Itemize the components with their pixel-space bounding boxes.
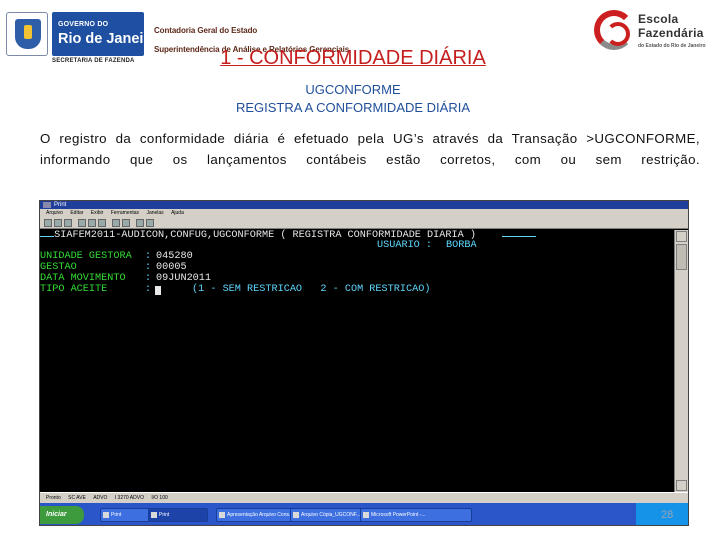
transaction-description: REGISTRA A CONFORMIDADE DIÁRIA	[235, 100, 471, 115]
tipo-aceite-options: (1 - SEM RESTRICAO 2 - COM RESTRICAO)	[192, 284, 431, 295]
terminal-screenshot: Print Arquivo Editar Exibir Ferramentas …	[39, 200, 689, 526]
field-label-tipo-aceite: TIPO ACEITE	[40, 284, 108, 295]
menu-arquivo[interactable]: Arquivo	[46, 209, 63, 217]
transaction-name: UGCONFORME	[305, 82, 401, 97]
explanation-paragraph: O registro da conformidade diária é efet…	[40, 131, 700, 167]
field-value-gestao[interactable]: 00005	[156, 262, 187, 274]
government-label: GOVERNO DO	[58, 21, 109, 28]
copy-icon[interactable]	[88, 219, 96, 227]
menu-exibir[interactable]: Exibir	[91, 209, 104, 217]
field-label-gestao: GESTAO	[40, 262, 77, 273]
windows-taskbar: Iniciar Print Print Apresentação Arquivo…	[40, 503, 688, 525]
menu-ajuda[interactable]: Ajuda	[171, 209, 184, 217]
header-rule-right	[502, 236, 536, 237]
swirl-logo-icon	[594, 10, 634, 50]
scroll-up-icon[interactable]	[676, 231, 687, 242]
disconnect-icon[interactable]	[122, 219, 130, 227]
menu-ferramentas[interactable]: Ferramentas	[111, 209, 139, 217]
field-sep: :	[145, 273, 152, 284]
escola-logo-line3: do Estado do Rio de Janeiro	[638, 43, 706, 49]
menu-janelas[interactable]: Janelas	[146, 209, 163, 217]
toolbar	[40, 217, 688, 229]
window-title: Print	[54, 202, 67, 208]
state-name: Rio de Janeiro	[58, 31, 158, 47]
field-sep: :	[145, 284, 152, 295]
field-sep: :	[145, 262, 152, 273]
open-icon[interactable]	[54, 219, 62, 227]
help-icon[interactable]	[146, 219, 154, 227]
scroll-thumb[interactable]	[676, 244, 687, 270]
window-title-bar: Print	[40, 201, 688, 215]
contadoria-heading: Contadoria Geral do Estado	[154, 26, 258, 35]
escola-fazendaria-logo: Escola Fazendária do Estado do Rio de Ja…	[592, 8, 710, 54]
start-button[interactable]: Iniciar	[40, 506, 84, 524]
scroll-down-icon[interactable]	[676, 480, 687, 491]
field-label-unidade-gestora: UNIDADE GESTORA	[40, 251, 132, 262]
menu-bar: Arquivo Editar Exibir Ferramentas Janela…	[40, 209, 688, 217]
connect-icon[interactable]	[112, 219, 120, 227]
usuario-label: USUARIO :	[377, 240, 433, 251]
page-number: 28	[661, 509, 674, 521]
field-label-data-movimento: DATA MOVIMENTO	[40, 273, 126, 284]
field-sep: :	[145, 251, 152, 262]
tipo-aceite-input-cursor[interactable]	[155, 286, 161, 295]
usuario-value: BORBA	[446, 240, 477, 251]
terminal-screen[interactable]: SIAFEM2011-AUDICON,CONFUG,UGCONFORME ( R…	[40, 230, 676, 492]
save-icon[interactable]	[64, 219, 72, 227]
print-icon[interactable]	[78, 219, 86, 227]
field-value-unidade-gestora[interactable]: 045280	[156, 251, 193, 263]
taskbar-item[interactable]: Microsoft PowerPoint -...	[360, 508, 472, 522]
taskbar-item[interactable]: Print	[148, 508, 208, 522]
vertical-scrollbar[interactable]	[674, 230, 688, 492]
field-value-data-movimento[interactable]: 09JUN2011	[156, 273, 211, 285]
new-session-icon[interactable]	[44, 219, 52, 227]
escola-logo-line1: Escola	[638, 12, 679, 26]
paste-icon[interactable]	[98, 219, 106, 227]
macro-icon[interactable]	[136, 219, 144, 227]
window-app-icon	[43, 202, 51, 208]
escola-logo-line2: Fazendária	[638, 26, 704, 40]
menu-editar[interactable]: Editar	[70, 209, 83, 217]
status-bar: Pronto SC AVE ADVO I 3270 ADVO I/O 100	[40, 492, 688, 503]
